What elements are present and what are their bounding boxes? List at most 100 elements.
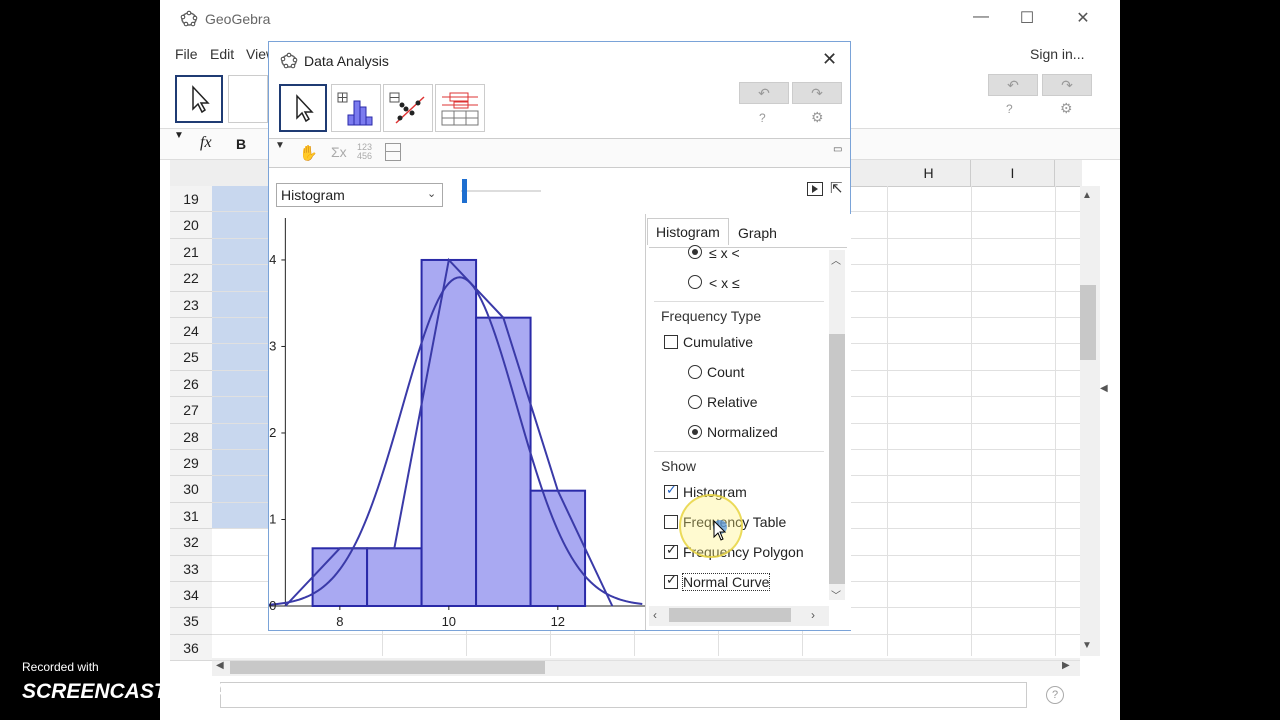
scroll-up-icon[interactable]: ▲ xyxy=(1082,190,1092,201)
style-bar-toggle-icon[interactable]: ▼ xyxy=(275,140,285,151)
tool-move[interactable] xyxy=(175,75,223,123)
count-radio[interactable] xyxy=(688,365,702,379)
options-panel xyxy=(645,214,851,630)
hand-icon[interactable]: ✋ xyxy=(299,144,318,162)
dialog-undo-button[interactable]: ↶ xyxy=(739,82,789,104)
play-icon[interactable] xyxy=(807,182,823,196)
export-icon[interactable]: ⇱ xyxy=(830,179,843,197)
app-title: GeoGebra xyxy=(205,11,271,27)
relative-radio[interactable] xyxy=(688,395,702,409)
histogram-checkbox[interactable]: ✓ xyxy=(664,482,678,499)
row-header[interactable]: 24 xyxy=(170,318,212,345)
input-help-icon[interactable]: ? xyxy=(1046,686,1064,704)
tab-histogram[interactable]: Histogram xyxy=(647,218,729,245)
row-header[interactable]: 21 xyxy=(170,238,212,266)
minimize-panel-icon[interactable]: ▭ xyxy=(833,144,842,155)
options-scroll-down-icon[interactable]: ﹀ xyxy=(831,587,841,602)
frequency-polygon-checkbox[interactable]: ✓ xyxy=(664,542,678,559)
chart-type-select[interactable]: Histogram ⌄ xyxy=(276,183,443,207)
help-icon[interactable]: ? xyxy=(1006,102,1013,116)
slider-thumb[interactable] xyxy=(462,179,467,203)
sign-in-link[interactable]: Sign in... xyxy=(1030,46,1084,62)
fx-button[interactable]: fx xyxy=(200,134,212,152)
menu-file[interactable]: File xyxy=(175,46,198,62)
row-header[interactable]: 22 xyxy=(170,265,212,292)
row-header[interactable]: 34 xyxy=(170,582,212,609)
row-header[interactable]: 32 xyxy=(170,529,212,556)
interval-left-closed-label: ≤ x < xyxy=(709,245,740,261)
interval-right-closed-radio[interactable] xyxy=(688,275,702,289)
column-header-h[interactable]: H xyxy=(887,160,971,186)
row-header[interactable]: 30 xyxy=(170,476,212,503)
row-header[interactable]: 35 xyxy=(170,608,212,635)
normalized-radio[interactable] xyxy=(688,425,702,439)
dialog-gear-icon[interactable]: ⚙ xyxy=(811,109,824,126)
screencast-brand: SCREENCAST xyxy=(22,680,167,703)
statistics-icon[interactable]: Σx xyxy=(331,144,347,160)
row-header[interactable]: 20 xyxy=(170,212,212,239)
screencast-logo: SCREENCAST MATIC xyxy=(22,678,260,704)
tool-multi-variable[interactable] xyxy=(435,84,485,132)
gear-icon[interactable]: ⚙ xyxy=(1060,100,1073,117)
row-header[interactable]: 25 xyxy=(170,344,212,371)
histogram-bar xyxy=(529,489,587,607)
row-header[interactable]: 36 xyxy=(170,634,212,662)
options-horizontal-thumb[interactable] xyxy=(669,608,791,622)
dialog-close-button[interactable]: ✕ xyxy=(822,49,837,70)
interval-left-closed-radio[interactable] xyxy=(688,245,702,259)
interval-right-closed-label: < x ≤ xyxy=(709,275,740,291)
scroll-right-icon[interactable]: ▶ xyxy=(1062,660,1070,671)
geogebra-logo-icon xyxy=(280,52,298,70)
chevron-down-icon: ⌄ xyxy=(427,188,437,200)
horizontal-scrollbar-thumb[interactable] xyxy=(230,660,545,674)
undo-button[interactable]: ↶ xyxy=(988,74,1038,96)
tool-two-variable[interactable] xyxy=(383,84,433,132)
algebra-input[interactable] xyxy=(220,682,1027,708)
cumulative-checkbox[interactable] xyxy=(664,335,678,349)
column-header-i[interactable]: I xyxy=(971,160,1055,186)
row-header[interactable]: 28 xyxy=(170,423,212,450)
geogebra-logo-icon xyxy=(180,10,198,28)
options-scroll-right-icon[interactable]: › xyxy=(811,608,815,622)
collapse-panel-icon[interactable]: ◀ xyxy=(1100,383,1108,394)
slider-track[interactable] xyxy=(461,190,541,192)
row-header[interactable]: 19 xyxy=(170,186,212,213)
row-header[interactable]: 26 xyxy=(170,370,212,398)
split-view-icon[interactable] xyxy=(385,143,401,161)
row-header[interactable]: 27 xyxy=(170,397,212,424)
minimize-button[interactable]: — xyxy=(966,8,996,26)
row-header[interactable]: 23 xyxy=(170,291,212,318)
frequency-type-heading: Frequency Type xyxy=(661,308,762,324)
frequency-table-checkbox[interactable] xyxy=(664,515,678,529)
scroll-down-icon[interactable]: ▼ xyxy=(1082,640,1092,651)
tool-one-variable[interactable] xyxy=(331,84,381,132)
tool-move[interactable] xyxy=(279,84,327,132)
tool-histogram[interactable] xyxy=(228,75,268,123)
tab-graph[interactable]: Graph xyxy=(730,220,785,246)
row-header[interactable]: 31 xyxy=(170,502,212,530)
chevron-down-icon[interactable]: ▼ xyxy=(174,130,184,141)
vertical-scrollbar[interactable] xyxy=(1080,186,1100,656)
y-tick-label: 0.1 xyxy=(269,511,276,526)
bold-button[interactable]: B xyxy=(236,136,246,152)
vertical-scrollbar-thumb[interactable] xyxy=(1080,285,1096,360)
grid-col-line xyxy=(971,186,972,656)
normal-curve-checkbox[interactable]: ✓ xyxy=(664,572,678,589)
options-scroll-up-icon[interactable]: ︿ xyxy=(831,252,841,267)
dialog-help-icon[interactable]: ? xyxy=(759,111,766,125)
redo-button[interactable]: ↷ xyxy=(1042,74,1092,96)
row-header[interactable]: 29 xyxy=(170,450,212,477)
close-button[interactable]: ✕ xyxy=(1068,8,1098,28)
scroll-left-icon[interactable]: ◀ xyxy=(216,660,224,671)
options-scroll-left-icon[interactable]: ‹ xyxy=(653,608,657,622)
options-scrollbar-thumb[interactable] xyxy=(829,334,845,584)
dialog-redo-button[interactable]: ↷ xyxy=(792,82,842,104)
dialog-title: Data Analysis xyxy=(304,53,389,69)
row-header[interactable]: 33 xyxy=(170,555,212,582)
data-icon[interactable]: 123 456 xyxy=(357,143,372,161)
menu-edit[interactable]: Edit xyxy=(210,46,234,62)
maximize-button[interactable]: ☐ xyxy=(1012,8,1042,28)
histogram-chart[interactable]: 0 0.1 0.2 0.3 0.4 8 10 12 xyxy=(269,214,645,630)
pointer-icon xyxy=(192,85,210,114)
cursor-highlight xyxy=(679,494,743,558)
